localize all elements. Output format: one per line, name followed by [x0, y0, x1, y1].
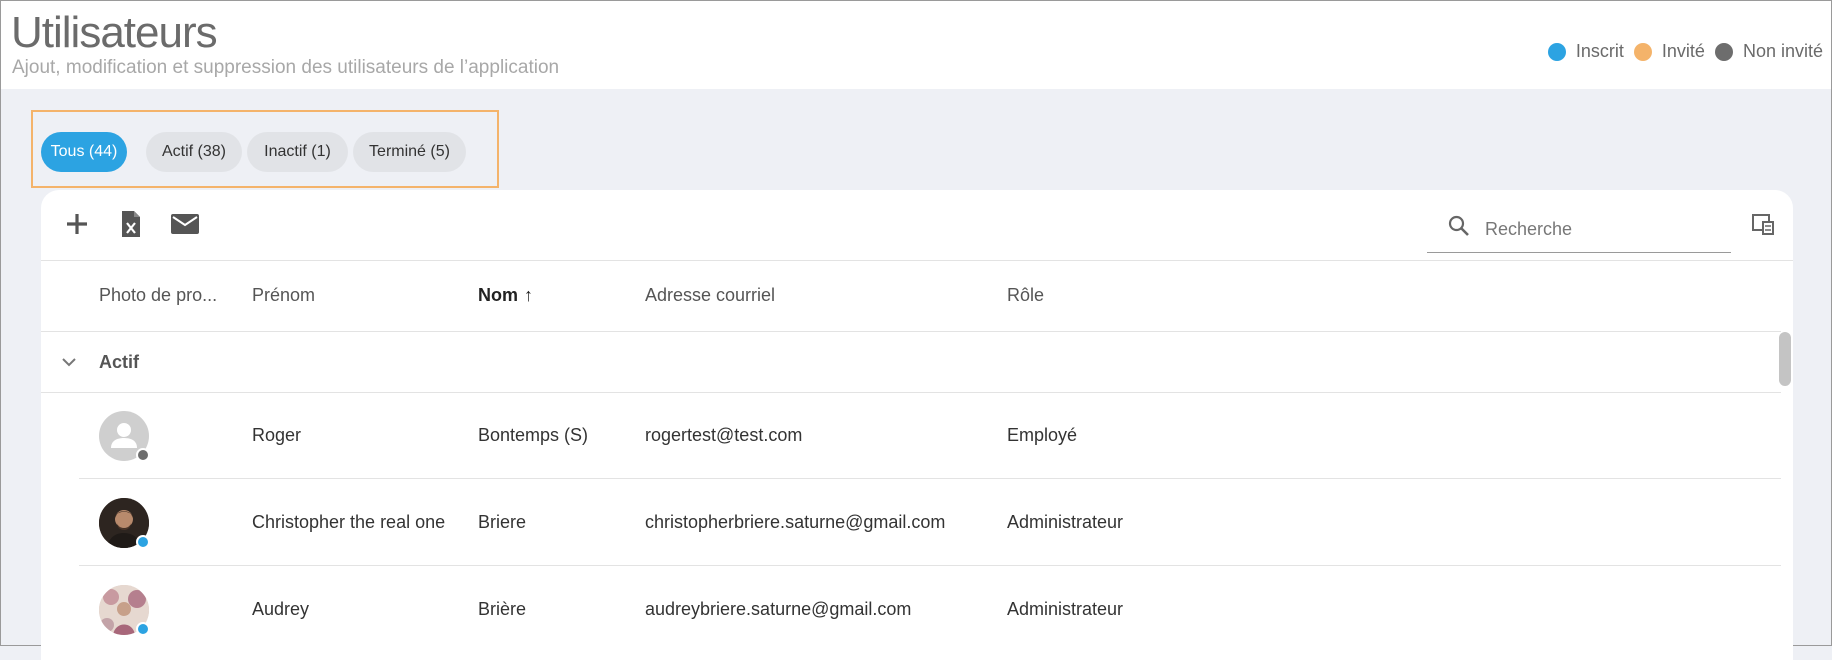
- chevron-down-icon[interactable]: [59, 352, 79, 372]
- blue-dot-icon: [1547, 42, 1566, 61]
- column-header-first-name[interactable]: Prénom: [252, 285, 315, 306]
- table-row[interactable]: Audrey Brière audreybriere.saturne@gmail…: [41, 567, 1781, 653]
- tab-inactif[interactable]: Inactif (1): [247, 132, 348, 172]
- table-toolbar: [41, 190, 1793, 261]
- cell-role: Employé: [1007, 425, 1078, 445]
- tab-actif[interactable]: Actif (38): [146, 132, 242, 172]
- cell-role: Administrateur: [1007, 599, 1124, 619]
- page-subtitle: Ajout, modification et suppression des u…: [12, 57, 560, 78]
- email-button[interactable]: [167, 208, 203, 240]
- column-chooser-icon: [1752, 214, 1774, 235]
- users-table-card: Photo de pro... Prénom Nom ↑ Adresse cour…: [41, 190, 1793, 660]
- column-header-role[interactable]: Rôle: [1007, 285, 1044, 306]
- status-dot: [136, 448, 150, 462]
- tab-termine[interactable]: Terminé (5): [353, 132, 466, 172]
- table-row[interactable]: Christopher the real one Briere christop…: [41, 480, 1781, 566]
- export-excel-button[interactable]: [115, 208, 147, 240]
- search-box: [1427, 204, 1731, 253]
- mail-icon: [171, 214, 199, 234]
- column-header-label: Nom: [478, 285, 518, 305]
- scrollbar[interactable]: [1779, 332, 1791, 386]
- page-title: Utilisateurs: [11, 8, 218, 57]
- column-header-last-name[interactable]: Nom ↑: [478, 285, 533, 306]
- cell-first-name: Audrey: [252, 599, 310, 619]
- cell-first-name: Roger: [252, 425, 302, 445]
- table-header: Photo de pro... Prénom Nom ↑ Adresse cour…: [41, 261, 1781, 332]
- tab-tous[interactable]: Tous (44): [41, 132, 127, 172]
- table-row[interactable]: Roger Bontemps (S) rogertest@test.com Em…: [41, 393, 1781, 479]
- search-icon: [1448, 215, 1469, 236]
- cell-last-name: Bontemps (S): [478, 425, 589, 445]
- cell-first-name: Christopher the real one: [252, 512, 446, 532]
- sort-ascending-icon: ↑: [524, 285, 533, 305]
- filter-tabs: Tous (44) Actif (38) Inactif (1) Terminé…: [31, 110, 499, 188]
- plus-icon: [67, 214, 87, 234]
- cell-last-name: Briere: [478, 512, 527, 532]
- orange-dot-icon: [1633, 42, 1652, 61]
- add-button[interactable]: [61, 208, 93, 240]
- excel-file-icon: [122, 211, 140, 237]
- page-header: Utilisateurs Ajout, modification et supp…: [1, 1, 1831, 89]
- legend-item-non-invite: Non invité: [1714, 41, 1823, 62]
- row-divider: [79, 565, 1781, 566]
- legend-item-invite: Invité: [1633, 41, 1705, 62]
- cell-email: christopherbriere.saturne@gmail.com: [645, 512, 946, 532]
- cell-role: Administrateur: [1007, 512, 1124, 532]
- group-label: Actif: [99, 352, 139, 372]
- legend-label: Non invité: [1742, 41, 1823, 61]
- cell-last-name: Brière: [478, 599, 527, 619]
- status-dot: [136, 535, 150, 549]
- legend-item-inscrit: Inscrit: [1547, 41, 1624, 62]
- status-legend: Inscrit Invité Non invité: [1538, 41, 1823, 62]
- status-dot: [136, 622, 150, 636]
- legend-label: Invité: [1661, 41, 1705, 61]
- gray-dot-icon: [1714, 42, 1733, 61]
- group-row-actif: Actif: [41, 332, 1781, 393]
- column-header-email[interactable]: Adresse courriel: [645, 285, 775, 306]
- search-input[interactable]: [1483, 212, 1727, 246]
- legend-label: Inscrit: [1575, 41, 1624, 61]
- cell-email: audreybriere.saturne@gmail.com: [645, 599, 912, 619]
- column-chooser-button[interactable]: [1751, 212, 1775, 236]
- column-header-photo[interactable]: Photo de pro...: [99, 285, 217, 306]
- row-divider: [79, 478, 1781, 479]
- cell-email: rogertest@test.com: [645, 425, 803, 445]
